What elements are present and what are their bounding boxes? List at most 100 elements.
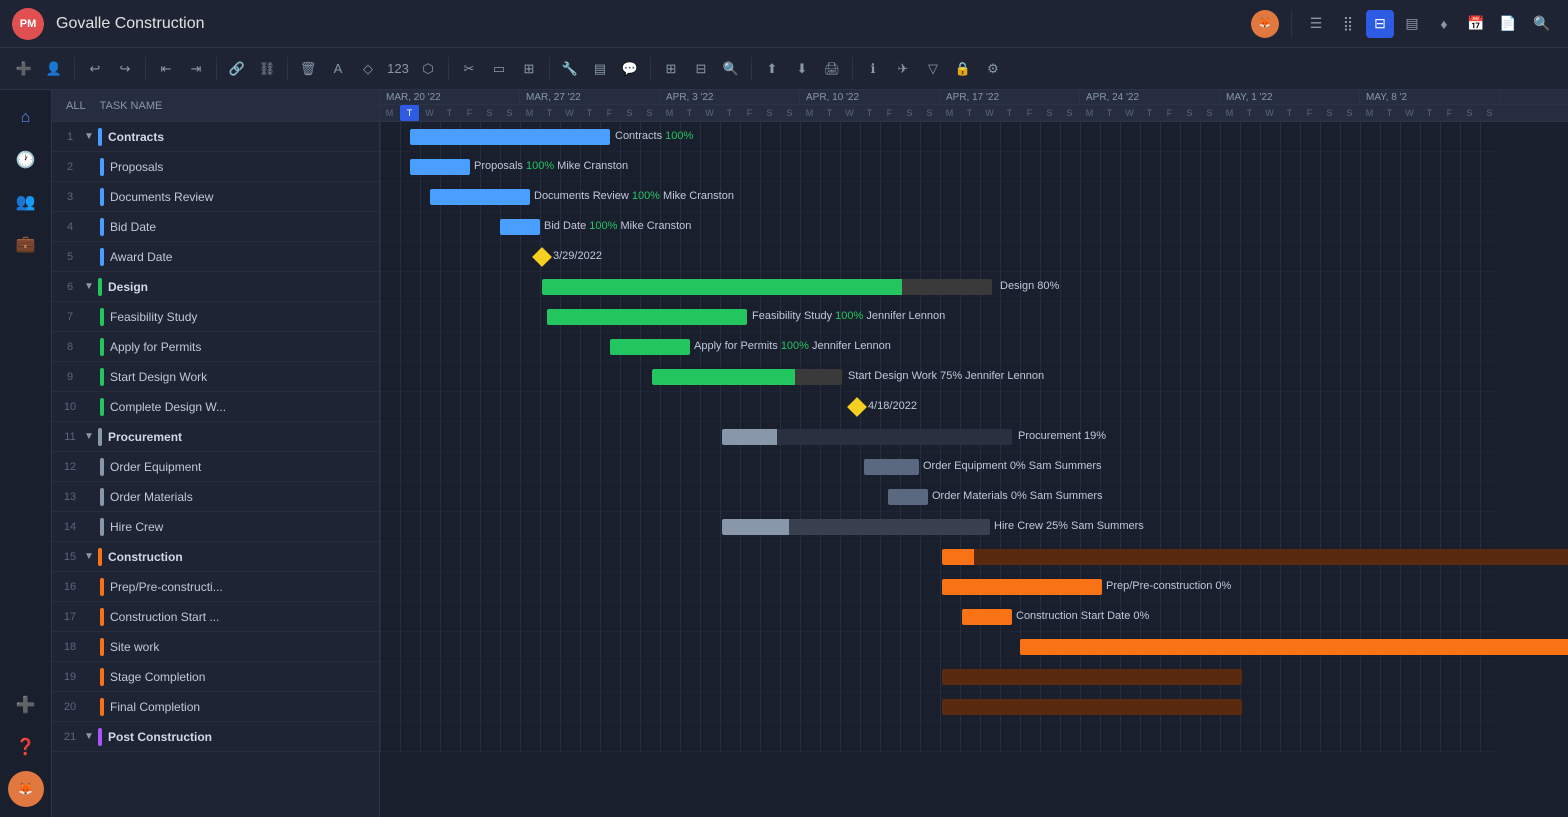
week-label: APR, 10 '22 bbox=[800, 90, 940, 104]
task-row[interactable]: 18Site work bbox=[52, 632, 379, 662]
print-button[interactable]: 🖨 bbox=[818, 55, 846, 83]
task-row[interactable]: 13Order Materials bbox=[52, 482, 379, 512]
task-row[interactable]: 7Feasibility Study bbox=[52, 302, 379, 332]
task-row[interactable]: 15▼Construction bbox=[52, 542, 379, 572]
grid-button[interactable]: ⊞ bbox=[515, 55, 543, 83]
expand-button[interactable]: ▼ bbox=[84, 131, 98, 142]
progress-fill bbox=[942, 549, 974, 565]
text-button[interactable]: A bbox=[324, 55, 352, 83]
gantt-bar[interactable] bbox=[500, 219, 540, 235]
unlink-button[interactable]: ⛓ bbox=[253, 55, 281, 83]
gantt-bar[interactable] bbox=[722, 519, 990, 535]
task-row[interactable]: 4Bid Date bbox=[52, 212, 379, 242]
gantt-bar[interactable] bbox=[942, 669, 1242, 685]
zoom-button[interactable]: 🔍 bbox=[717, 55, 745, 83]
task-name: Post Construction bbox=[108, 730, 375, 744]
collapse-cols-button[interactable]: ⊟ bbox=[687, 55, 715, 83]
task-row[interactable]: 12Order Equipment bbox=[52, 452, 379, 482]
link-button[interactable]: 🔗 bbox=[223, 55, 251, 83]
gantt-bar[interactable] bbox=[410, 129, 610, 145]
download-button[interactable]: ⬇ bbox=[788, 55, 816, 83]
gantt-bar[interactable] bbox=[864, 459, 919, 475]
task-row[interactable]: 17Construction Start ... bbox=[52, 602, 379, 632]
gantt-bar[interactable] bbox=[962, 609, 1012, 625]
gantt-bar[interactable] bbox=[888, 489, 928, 505]
gantt-bar[interactable] bbox=[942, 579, 1102, 595]
gantt-week-headers: MAR, 20 '22MAR, 27 '22APR, 3 '22APR, 10 … bbox=[380, 90, 1568, 105]
gantt-view-icon[interactable]: ⊟ bbox=[1366, 10, 1394, 38]
task-row[interactable]: 20Final Completion bbox=[52, 692, 379, 722]
task-row[interactable]: 19Stage Completion bbox=[52, 662, 379, 692]
number-button[interactable]: 123 bbox=[384, 55, 412, 83]
chart-view-icon[interactable]: ♦ bbox=[1430, 10, 1458, 38]
column-line bbox=[1200, 122, 1201, 752]
task-row[interactable]: 1▼Contracts bbox=[52, 122, 379, 152]
gantt-bar[interactable] bbox=[410, 159, 470, 175]
sidebar-add-icon[interactable]: ➕ bbox=[8, 687, 44, 723]
app-icon: PM bbox=[12, 8, 44, 40]
gantt-bar[interactable] bbox=[430, 189, 530, 205]
gantt-bar[interactable] bbox=[942, 549, 1568, 565]
upload-button[interactable]: ⬆ bbox=[758, 55, 786, 83]
gantt-bar[interactable] bbox=[610, 339, 690, 355]
all-filter[interactable]: ALL bbox=[60, 98, 92, 114]
wrench-button[interactable]: 🔧 bbox=[556, 55, 584, 83]
expand-cols-button[interactable]: ⊞ bbox=[657, 55, 685, 83]
gantt-bar[interactable] bbox=[942, 699, 1242, 715]
task-row[interactable]: 16Prep/Pre-constructi... bbox=[52, 572, 379, 602]
task-row[interactable]: 6▼Design bbox=[52, 272, 379, 302]
redo-button[interactable]: ↪ bbox=[111, 55, 139, 83]
list-view-icon[interactable]: ☰ bbox=[1302, 10, 1330, 38]
filter-button[interactable]: ▽ bbox=[919, 55, 947, 83]
cut-button[interactable]: ✂ bbox=[455, 55, 483, 83]
task-row[interactable]: 5Award Date bbox=[52, 242, 379, 272]
task-row[interactable]: 14Hire Crew bbox=[52, 512, 379, 542]
task-row[interactable]: 2Proposals bbox=[52, 152, 379, 182]
share-button[interactable]: ✈ bbox=[889, 55, 917, 83]
indent-button[interactable]: ⇥ bbox=[182, 55, 210, 83]
expand-button[interactable]: ▼ bbox=[84, 731, 98, 742]
info-button[interactable]: ℹ bbox=[859, 55, 887, 83]
outdent-button[interactable]: ⇤ bbox=[152, 55, 180, 83]
hex-button[interactable]: ⬡ bbox=[414, 55, 442, 83]
file-view-icon[interactable]: 📄 bbox=[1494, 10, 1522, 38]
gantt-body[interactable]: Contracts 100%Proposals 100% Mike Cranst… bbox=[380, 122, 1568, 817]
task-row[interactable]: 21▼Post Construction bbox=[52, 722, 379, 752]
task-row[interactable]: 10Complete Design W... bbox=[52, 392, 379, 422]
task-color-bar bbox=[100, 488, 104, 506]
sidebar-user-avatar[interactable]: 🦊 bbox=[8, 771, 44, 807]
shape-button[interactable]: ◇ bbox=[354, 55, 382, 83]
sidebar-history-icon[interactable]: 🕐 bbox=[8, 142, 44, 178]
undo-button[interactable]: ↩ bbox=[81, 55, 109, 83]
task-row[interactable]: 3Documents Review bbox=[52, 182, 379, 212]
settings-button[interactable]: ⚙ bbox=[979, 55, 1007, 83]
delete-button[interactable]: 🗑 bbox=[294, 55, 322, 83]
sidebar-work-icon[interactable]: 💼 bbox=[8, 226, 44, 262]
split-view-icon[interactable]: ⣿ bbox=[1334, 10, 1362, 38]
comment-button[interactable]: 💬 bbox=[616, 55, 644, 83]
add-person-button[interactable]: 👤 bbox=[40, 55, 68, 83]
sidebar-help-icon[interactable]: ❓ bbox=[8, 729, 44, 765]
task-row[interactable]: 9Start Design Work bbox=[52, 362, 379, 392]
gantt-bar[interactable] bbox=[542, 279, 992, 295]
table-view-icon[interactable]: ▤ bbox=[1398, 10, 1426, 38]
add-task-button[interactable]: ➕ bbox=[10, 55, 38, 83]
table-button[interactable]: ▤ bbox=[586, 55, 614, 83]
day-label: T bbox=[1140, 105, 1160, 121]
gantt-bar[interactable] bbox=[1020, 639, 1568, 655]
calendar-view-icon[interactable]: 📅 bbox=[1462, 10, 1490, 38]
expand-button[interactable]: ▼ bbox=[84, 281, 98, 292]
search-button[interactable]: 🔍 bbox=[1528, 10, 1556, 38]
expand-button[interactable]: ▼ bbox=[84, 431, 98, 442]
lock-button[interactable]: 🔒 bbox=[949, 55, 977, 83]
gantt-bar[interactable] bbox=[547, 309, 747, 325]
expand-button[interactable]: ▼ bbox=[84, 551, 98, 562]
task-row[interactable]: 11▼Procurement bbox=[52, 422, 379, 452]
gantt-bar[interactable] bbox=[722, 429, 1012, 445]
sidebar-home-icon[interactable]: ⌂ bbox=[8, 100, 44, 136]
gantt-bar[interactable] bbox=[652, 369, 842, 385]
task-row[interactable]: 8Apply for Permits bbox=[52, 332, 379, 362]
rect-button[interactable]: ▭ bbox=[485, 55, 513, 83]
sidebar-people-icon[interactable]: 👥 bbox=[8, 184, 44, 220]
user-avatar[interactable]: 🦊 bbox=[1251, 10, 1279, 38]
